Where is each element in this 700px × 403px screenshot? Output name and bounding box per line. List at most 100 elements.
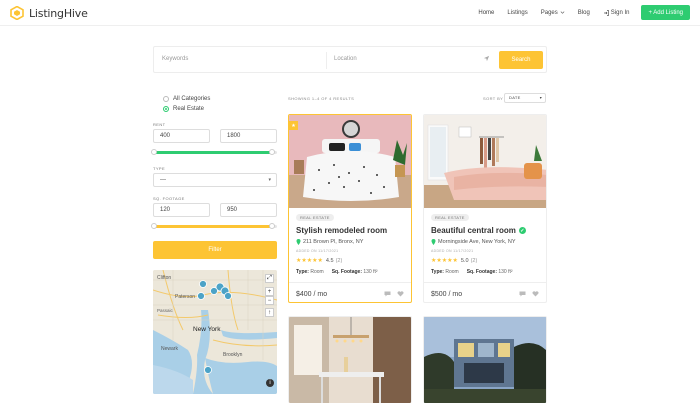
sort-by-label: SORT BY [483,96,504,101]
logo-text: ListingHive [29,6,88,20]
rating-value: 4.5 [325,257,334,264]
dining-room-photo [289,317,411,403]
map-label-newark: Newark [161,346,178,352]
location-arrow-icon[interactable] [483,55,490,62]
category-badge[interactable]: REAL ESTATE [296,214,334,221]
sq-footage-label: SQ. FOOTAGE [153,196,185,201]
listing-card[interactable] [288,316,412,403]
listing-title[interactable]: Beautiful central room ✓ [431,226,526,235]
message-icon[interactable] [384,291,391,297]
star-rating-icon: ★★★★★ [431,258,458,264]
caret-down-icon: ▾ [539,95,542,100]
category-all[interactable]: All Categories [153,94,277,104]
radio-button-checked[interactable] [163,106,169,112]
listing-address-text: Morningside Ave, New York, NY [438,239,516,245]
listing-card[interactable] [423,316,547,403]
listing-image[interactable]: ★ [289,115,411,208]
radio-button[interactable] [163,96,169,102]
type-attribute: Type: Room [296,269,324,275]
info-icon[interactable]: i [266,379,274,387]
results-count: SHOWING 1–4 OF 4 RESULTS [288,96,355,101]
zoom-out-button[interactable]: − [265,296,274,305]
type-attr-label: Type: [431,269,444,275]
listing-title[interactable]: Stylish remodeled room [296,226,387,235]
listings-map[interactable]: Clifton Paterson Passaic New York Newark… [153,270,277,394]
listing-actions [519,291,539,297]
rent-slider-fill [153,151,271,154]
message-icon[interactable] [519,291,526,297]
sort-select-value: DATE [509,95,521,100]
site-header: ListingHive Home Listings Pages Blog Sig… [0,0,700,26]
search-button[interactable]: Search [499,51,543,69]
compass-icon[interactable]: ↑ [265,308,274,317]
bedroom-photo [424,115,546,208]
category-label: All Categories [173,96,211,102]
listing-price: $400 / mo [296,291,328,298]
filter-button[interactable]: Filter [153,241,277,259]
listing-address-text: 211 Brown Pl, Bronx, NY [303,239,364,245]
location-input[interactable]: Location [334,56,357,62]
nav-blog[interactable]: Blog [578,10,590,16]
rent-slider[interactable] [151,149,277,155]
listing-price: $500 / mo [431,291,463,298]
sq-footage-min-input[interactable]: 120 [153,203,210,217]
featured-star-icon: ★ [289,121,298,130]
sq-footage-slider-min-handle[interactable] [151,223,157,229]
category-badge[interactable]: REAL ESTATE [431,214,469,221]
listing-card[interactable]: REAL ESTATE Beautiful central room ✓ Mor… [423,114,547,303]
bedroom-photo [289,115,411,208]
house-exterior-photo [424,317,546,403]
listing-added-date: ADDED ON 11/17/2021 [296,249,339,253]
listing-meta: Type: Room Sq. Footage: 130 ft² [431,269,513,275]
sq-footage-attribute: Sq. Footage: 130 ft² [467,269,513,275]
listing-image[interactable] [424,115,546,208]
listing-rating: ★★★★★ 4.5 (2) [296,257,342,265]
keywords-input[interactable]: Keywords [162,56,188,62]
type-select[interactable]: — ▾ [153,173,277,187]
listing-rating: ★★★★★ 5.0 (2) [431,257,477,265]
listing-card[interactable]: ★ REAL ESTATE Stylish remodeled room 211… [288,114,412,303]
logo[interactable]: ListingHive [10,6,88,20]
add-listing-button[interactable]: + Add Listing [641,5,690,20]
nav-pages[interactable]: Pages [541,10,565,16]
rent-range-inputs: 400 1800 [153,129,277,143]
nav-sign-in[interactable]: Sign In [603,9,630,16]
listing-footer: $400 / mo [289,282,411,302]
type-label: TYPE [153,166,166,171]
listing-added-date: ADDED ON 11/17/2021 [431,249,474,253]
verified-check-icon: ✓ [518,227,526,234]
rent-slider-min-handle[interactable] [151,149,157,155]
heart-icon[interactable] [397,291,404,297]
chevron-down-icon [560,11,565,14]
nav-pages-label: Pages [540,9,558,16]
star-rating-icon: ★★★★★ [296,258,323,264]
rent-min-input[interactable]: 400 [153,129,210,143]
rating-value: 5.0 [460,257,469,264]
map-label-passaic: Passaic [157,308,174,313]
map-pin-icon [296,239,301,245]
main-nav: Home Listings Pages Blog Sign In + Add L… [465,5,690,20]
rent-slider-max-handle[interactable] [269,149,275,155]
sort-select[interactable]: DATE ▾ [504,93,546,103]
sq-footage-slider[interactable] [151,223,277,229]
nav-listings[interactable]: Listings [507,10,527,16]
nav-home[interactable]: Home [478,10,494,16]
filters-sidebar: All Categories Real Estate [153,94,277,114]
nav-sign-in-label: Sign In [610,9,630,16]
sq-attr-label: Sq. Footage: [331,269,362,275]
fullscreen-button[interactable]: ⤢ [265,274,274,283]
sq-footage-max-input[interactable]: 950 [220,203,277,217]
map-label-new-york: New York [193,326,221,333]
type-select-value: — [160,177,166,183]
search-divider [326,52,327,69]
category-real-estate[interactable]: Real Estate [153,104,277,114]
map-tiles: Clifton Paterson Passaic New York Newark… [153,270,277,394]
zoom-in-button[interactable]: + [265,287,274,296]
map-label-brooklyn: Brooklyn [223,352,243,358]
heart-icon[interactable] [532,291,539,297]
rent-max-input[interactable]: 1800 [220,129,277,143]
map-pin-icon [431,239,436,245]
category-label: Real Estate [173,106,205,112]
sq-footage-slider-max-handle[interactable] [269,223,275,229]
hexagon-logo-icon [10,6,24,20]
